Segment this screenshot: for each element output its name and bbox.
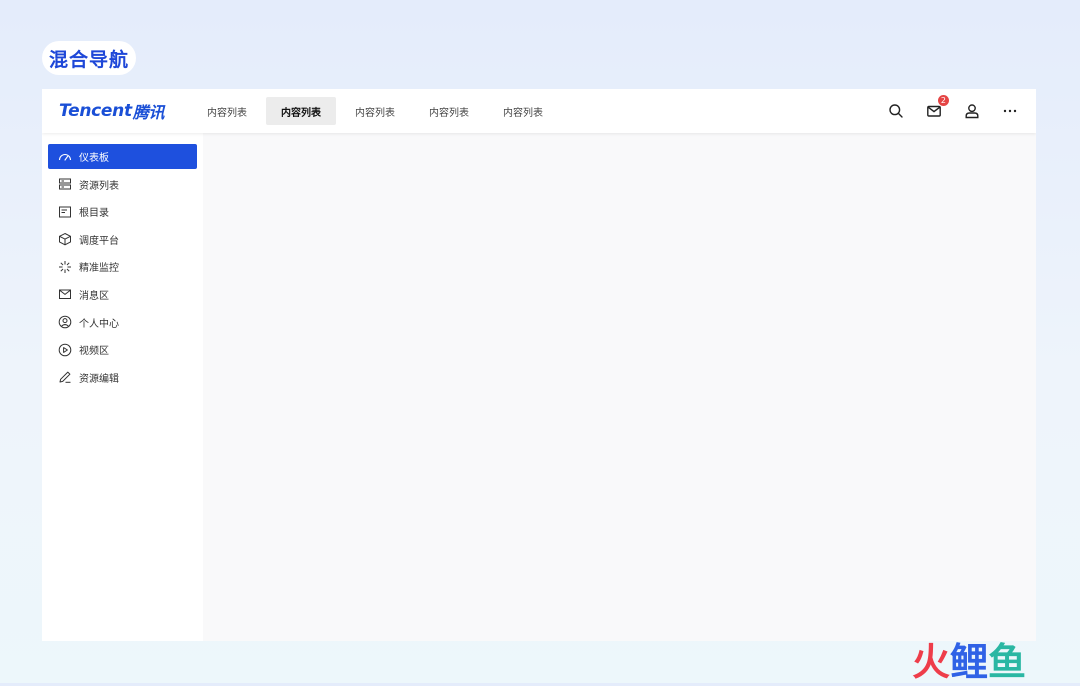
more-button[interactable]	[998, 99, 1022, 123]
mail-button[interactable]: 2	[922, 94, 950, 123]
sidebar: 仪表板 资源列表 根目录 调度平台 精准监控 消息区 个人中心 视频区 资源编辑	[42, 133, 203, 641]
sidebar-item-monitoring[interactable]: 精准监控	[48, 254, 197, 279]
nav-item-1[interactable]: 内容列表	[192, 97, 262, 125]
main-content	[203, 133, 1036, 641]
sidebar-menu: 仪表板 资源列表 根目录 调度平台 精准监控 消息区 个人中心 视频区 资源编辑	[48, 144, 197, 392]
sidebar-item-label: 消息区	[79, 290, 109, 302]
sidebar-item-label: 个人中心	[79, 318, 119, 330]
server-icon	[58, 177, 72, 191]
mail-badge: 2	[936, 94, 950, 107]
user-icon	[965, 104, 979, 119]
dashboard-icon	[58, 150, 72, 164]
more-icon	[1003, 109, 1017, 113]
cube-icon	[58, 232, 72, 246]
logo-text-cn: 腾讯	[132, 103, 165, 122]
search-button[interactable]	[884, 99, 908, 123]
nav-item-label: 内容列表	[429, 107, 469, 119]
nav-item-label: 内容列表	[281, 107, 321, 119]
header-actions: 2	[870, 94, 1022, 123]
nav-item-5[interactable]: 内容列表	[488, 97, 558, 125]
search-icon	[889, 104, 903, 118]
sidebar-item-dashboard[interactable]: 仪表板	[48, 144, 197, 169]
sidebar-item-root-directory[interactable]: 根目录	[48, 199, 197, 224]
sidebar-item-video[interactable]: 视频区	[48, 337, 197, 362]
sidebar-item-label: 资源列表	[79, 180, 119, 192]
watermark-logo: 火 鲤 鱼	[912, 638, 1026, 684]
nav-item-label: 内容列表	[207, 107, 247, 119]
nav-item-label: 内容列表	[503, 107, 543, 119]
edit-icon	[58, 370, 72, 384]
sidebar-item-label: 根目录	[79, 208, 109, 220]
sidebar-item-label: 调度平台	[79, 235, 119, 247]
sidebar-item-label: 精准监控	[79, 263, 119, 275]
watermark-char-2: 鲤	[950, 639, 989, 684]
sidebar-item-label: 视频区	[79, 346, 109, 358]
sidebar-item-resource-edit[interactable]: 资源编辑	[48, 365, 197, 390]
top-header: Tencent 腾讯 内容列表 内容列表 内容列表 内容列表 内容列表 2	[42, 89, 1036, 133]
sidebar-item-label: 仪表板	[79, 153, 109, 164]
sidebar-item-messages[interactable]: 消息区	[48, 282, 197, 307]
play-circle-icon	[58, 343, 72, 357]
sidebar-item-label: 资源编辑	[79, 373, 119, 385]
nav-item-label: 内容列表	[355, 107, 395, 119]
nav-item-3[interactable]: 内容列表	[340, 97, 410, 125]
watermark-char-1: 火	[912, 639, 951, 684]
page-label: 混合导航	[42, 41, 136, 75]
app-window: Tencent 腾讯 内容列表 内容列表 内容列表 内容列表 内容列表 2 仪表…	[42, 89, 1036, 641]
user-button[interactable]	[960, 99, 984, 123]
watermark-char-3: 鱼	[988, 639, 1027, 684]
tencent-logo[interactable]: Tencent 腾讯	[59, 99, 164, 123]
sidebar-item-personal-center[interactable]: 个人中心	[48, 310, 197, 335]
monitor-icon	[58, 260, 72, 274]
top-nav: 内容列表 内容列表 内容列表 内容列表 内容列表	[192, 97, 562, 125]
sidebar-item-scheduling[interactable]: 调度平台	[48, 227, 197, 252]
sidebar-item-resource-list[interactable]: 资源列表	[48, 172, 197, 197]
user-circle-icon	[58, 315, 72, 329]
nav-item-4[interactable]: 内容列表	[414, 97, 484, 125]
logo-text-en: Tencent	[59, 101, 132, 121]
nav-item-2[interactable]: 内容列表	[266, 97, 336, 125]
mail-icon	[58, 287, 72, 301]
folder-icon	[58, 205, 72, 219]
